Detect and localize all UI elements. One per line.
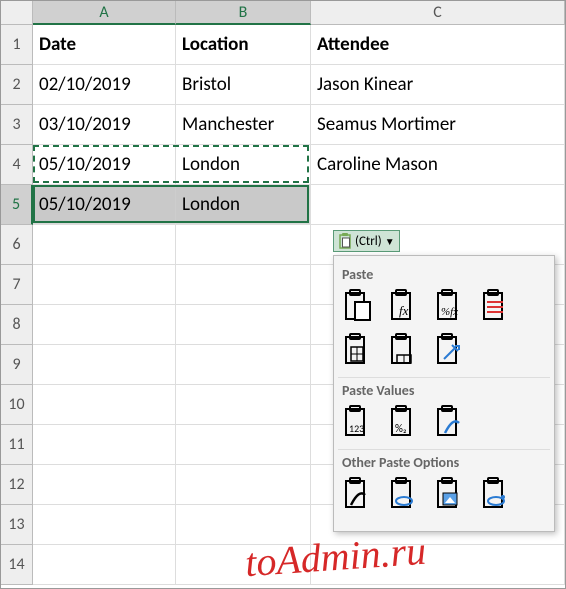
cell-B3[interactable]: Manchester — [176, 105, 311, 145]
row-header-7[interactable]: 7 — [1, 265, 33, 305]
cell-A4[interactable]: 05/10/2019 — [33, 145, 176, 185]
cell-C14[interactable] — [311, 545, 565, 585]
cell-A14[interactable] — [33, 545, 176, 585]
paste-picture-icon[interactable] — [434, 477, 466, 511]
cell-C2[interactable]: Jason Kinear — [311, 65, 565, 105]
col-header-B[interactable]: B — [176, 1, 311, 25]
paste-link-icon[interactable] — [434, 333, 466, 367]
paste-values-section-title: Paste Values — [342, 382, 546, 399]
row-header-12[interactable]: 12 — [1, 465, 33, 505]
paste-formatting-icon[interactable] — [342, 477, 374, 511]
cell-B14[interactable] — [176, 545, 311, 585]
col-header-A[interactable]: A — [33, 1, 176, 25]
cell-A3[interactable]: 03/10/2019 — [33, 105, 176, 145]
cell-B6[interactable] — [176, 225, 311, 265]
cell-A13[interactable] — [33, 505, 176, 545]
paste-no-borders-icon[interactable] — [480, 289, 512, 323]
row-header-11[interactable]: 11 — [1, 425, 33, 465]
cell-A8[interactable] — [33, 305, 176, 345]
cell-C1[interactable]: Attendee — [311, 25, 565, 65]
svg-text:fx: fx — [399, 303, 409, 318]
cell-A9[interactable] — [33, 345, 176, 385]
spreadsheet-window: A B C 1 Date Location Attendee 2 02/10/2… — [0, 0, 566, 589]
cell-A5[interactable]: 05/10/2019 — [33, 185, 176, 225]
paste-formulas-icon[interactable]: fx — [388, 289, 420, 323]
cell-B13[interactable] — [176, 505, 311, 545]
row-header-3[interactable]: 3 — [1, 105, 33, 145]
cell-B12[interactable] — [176, 465, 311, 505]
cell-A2[interactable]: 02/10/2019 — [33, 65, 176, 105]
select-all-corner[interactable] — [1, 1, 33, 25]
paste-transpose-icon[interactable] — [388, 333, 420, 367]
row-header-2[interactable]: 2 — [1, 65, 33, 105]
paste-formulas-numfmt-icon[interactable]: %fx — [434, 289, 466, 323]
cell-B8[interactable] — [176, 305, 311, 345]
cell-B9[interactable] — [176, 345, 311, 385]
paste-values-icon[interactable]: 123 — [342, 405, 374, 439]
cell-B7[interactable] — [176, 265, 311, 305]
row-header-8[interactable]: 8 — [1, 305, 33, 345]
row-header-5[interactable]: 5 — [1, 185, 33, 225]
paste-options-menu: Paste fx %fx Paste Values 123 %₂ Other P… — [333, 255, 555, 532]
cell-C5[interactable] — [311, 185, 565, 225]
cell-B10[interactable] — [176, 385, 311, 425]
paste-section-title: Paste — [342, 266, 546, 283]
row-header-1[interactable]: 1 — [1, 25, 33, 65]
paste-options-smart-tag[interactable]: (Ctrl) ▼ — [333, 230, 400, 252]
cell-C4[interactable]: Caroline Mason — [311, 145, 565, 185]
paste-linked-picture-icon[interactable] — [480, 477, 512, 511]
cell-A6[interactable] — [33, 225, 176, 265]
svg-text:%₂: %₂ — [395, 422, 407, 435]
clipboard-icon — [338, 233, 352, 249]
row-header-6[interactable]: 6 — [1, 225, 33, 265]
paste-values-numfmt-icon[interactable]: %₂ — [388, 405, 420, 439]
chevron-down-icon: ▼ — [385, 235, 395, 248]
cell-B4[interactable]: London — [176, 145, 311, 185]
row-header-14[interactable]: 14 — [1, 545, 33, 585]
row-header-13[interactable]: 13 — [1, 505, 33, 545]
paste-col-widths-icon[interactable] — [342, 333, 374, 367]
row-header-10[interactable]: 10 — [1, 385, 33, 425]
cell-A11[interactable] — [33, 425, 176, 465]
cell-B5[interactable]: London — [176, 185, 311, 225]
row-header-4[interactable]: 4 — [1, 145, 33, 185]
cell-A1[interactable]: Date — [33, 25, 176, 65]
cell-C3[interactable]: Seamus Mortimer — [311, 105, 565, 145]
cell-B1[interactable]: Location — [176, 25, 311, 65]
other-paste-section-title: Other Paste Options — [342, 454, 546, 471]
cell-A7[interactable] — [33, 265, 176, 305]
paste-icon[interactable] — [342, 289, 374, 323]
col-header-C[interactable]: C — [311, 1, 565, 25]
cell-B11[interactable] — [176, 425, 311, 465]
paste-reference-icon[interactable] — [388, 477, 420, 511]
svg-text:123: 123 — [349, 422, 364, 435]
smart-tag-label: (Ctrl) — [355, 234, 382, 249]
paste-values-srcfmt-icon[interactable] — [434, 405, 466, 439]
svg-text:%fx: %fx — [441, 306, 458, 318]
cell-B2[interactable]: Bristol — [176, 65, 311, 105]
cell-A12[interactable] — [33, 465, 176, 505]
row-header-9[interactable]: 9 — [1, 345, 33, 385]
cell-A10[interactable] — [33, 385, 176, 425]
